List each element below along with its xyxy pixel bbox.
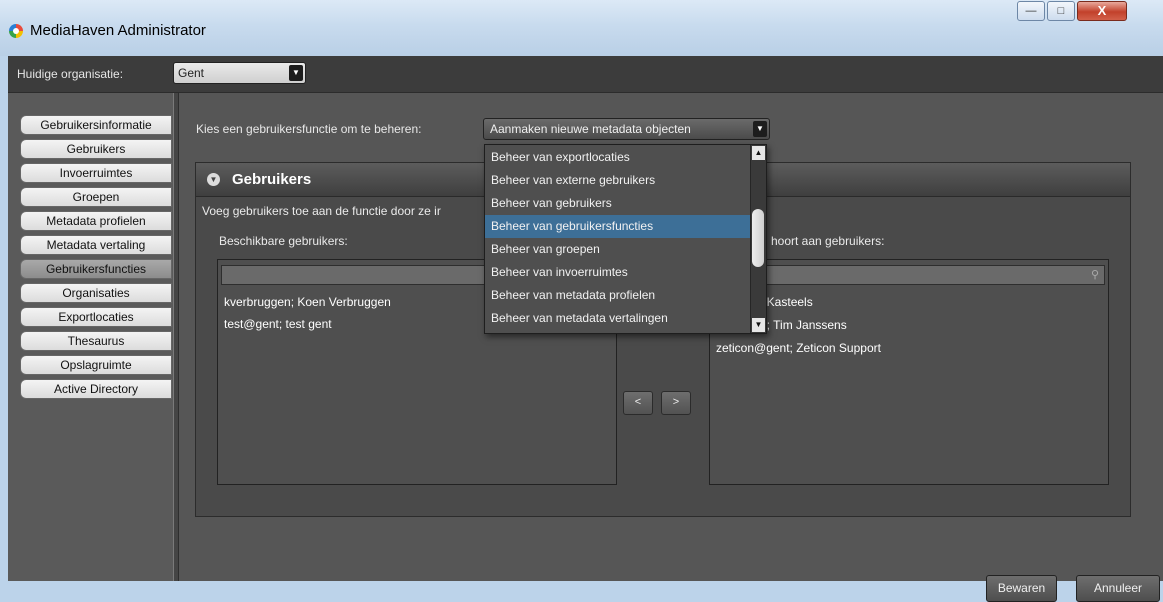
sidebar-item-organisaties[interactable]: Organisaties: [20, 283, 172, 303]
function-choose-label: Kies een gebruikersfunctie om te beheren…: [196, 122, 422, 136]
users-panel-title: Gebruikers: [232, 171, 312, 188]
sidebar-item-metadata-profielen[interactable]: Metadata profielen: [20, 211, 172, 231]
window-titlebar: MediaHaven Administrator — □ X: [0, 0, 1163, 56]
collapse-icon[interactable]: ▼: [207, 173, 220, 186]
cancel-button[interactable]: Annuleer: [1076, 575, 1160, 602]
users-panel-hint: Voeg gebruikers toe aan de functie door …: [202, 204, 441, 218]
search-icon: ⚲: [1090, 269, 1099, 281]
organization-label: Huidige organisatie:: [17, 67, 124, 81]
list-item[interactable]: kverbruggen; Koen Verbruggen: [224, 295, 391, 309]
sidebar-item-groepen[interactable]: Groepen: [20, 187, 172, 207]
sidebar-item-thesaurus[interactable]: Thesaurus: [20, 331, 172, 351]
dropdown-option[interactable]: Beheer van exportlocaties: [485, 146, 751, 169]
available-users-label: Beschikbare gebruikers:: [219, 234, 348, 248]
list-item[interactable]: test@gent; test gent: [224, 317, 332, 331]
sidebar-item-active-directory[interactable]: Active Directory: [20, 379, 172, 399]
sidebar-item-gebruikersfuncties[interactable]: Gebruikersfuncties: [20, 259, 172, 279]
minimize-button[interactable]: —: [1017, 1, 1045, 21]
sidebar: Gebruikersinformatie Gebruikers Invoerru…: [8, 93, 174, 581]
function-select[interactable]: Aanmaken nieuwe metadata objecten ▼: [483, 118, 770, 140]
scroll-up-icon[interactable]: ▲: [752, 146, 765, 160]
list-item[interactable]: zeticon@gent; Zeticon Support: [716, 341, 881, 355]
dropdown-option[interactable]: Beheer van gebruikers: [485, 192, 751, 215]
dropdown-option[interactable]: Beheer van metadata profielen: [485, 284, 751, 307]
move-left-button[interactable]: <: [623, 391, 653, 415]
sidebar-item-metadata-vertaling[interactable]: Metadata vertaling: [20, 235, 172, 255]
function-dropdown-list[interactable]: Beheer van exportlocaties Beheer van ext…: [484, 144, 767, 334]
sidebar-item-invoerruimtes[interactable]: Invoerruimtes: [20, 163, 172, 183]
sidebar-item-opslagruimte[interactable]: Opslagruimte: [20, 355, 172, 375]
sidebar-item-exportlocaties[interactable]: Exportlocaties: [20, 307, 172, 327]
assigned-users-label: hoort aan gebruikers:: [771, 234, 885, 248]
assigned-users-search-input[interactable]: ⚲: [713, 265, 1105, 285]
dropdown-option[interactable]: Beheer van groepen: [485, 238, 751, 261]
function-select-value: Aanmaken nieuwe metadata objecten: [490, 122, 691, 136]
organization-value: Gent: [178, 66, 205, 80]
dropdown-option[interactable]: Beheer van invoerruimtes: [485, 261, 751, 284]
sidebar-item-gebruikersinformatie[interactable]: Gebruikersinformatie: [20, 115, 172, 135]
sidebar-item-gebruikers[interactable]: Gebruikers: [20, 139, 172, 159]
dropdown-option[interactable]: Beheer van metadata vertalingen: [485, 307, 751, 330]
scroll-down-icon[interactable]: ▼: [752, 318, 765, 332]
scrollbar-thumb[interactable]: [752, 209, 764, 267]
save-button[interactable]: Bewaren: [986, 575, 1057, 602]
dropdown-scrollbar[interactable]: ▲ ▼: [750, 145, 766, 333]
app-logo-icon: [9, 24, 23, 38]
dropdown-option[interactable]: Beheer van externe gebruikers: [485, 169, 751, 192]
chevron-down-icon: ▼: [289, 65, 303, 81]
maximize-button[interactable]: □: [1047, 1, 1075, 21]
organization-bar: Huidige organisatie: Gent ▼: [8, 56, 1163, 93]
chevron-down-icon: ▼: [753, 121, 767, 137]
window-title: MediaHaven Administrator: [30, 22, 206, 39]
close-button[interactable]: X: [1077, 1, 1127, 21]
organization-select[interactable]: Gent ▼: [173, 62, 306, 84]
dropdown-option-highlighted[interactable]: Beheer van gebruikersfuncties: [485, 215, 751, 238]
assigned-users-list[interactable]: ⚲ ls; Mieke Kasteels tjanssens; Tim Jans…: [709, 259, 1109, 485]
move-right-button[interactable]: >: [661, 391, 691, 415]
